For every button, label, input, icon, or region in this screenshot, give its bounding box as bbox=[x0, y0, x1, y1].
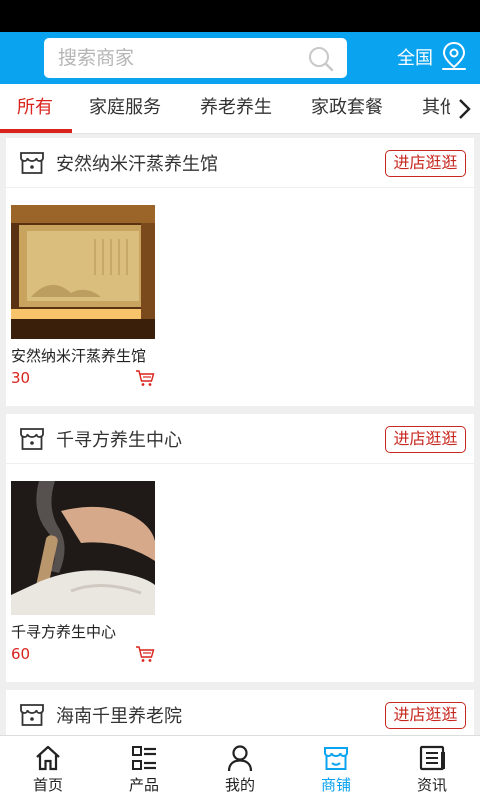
shop-card: 安然纳米汗蒸养生馆 进店逛逛 安然纳米汗蒸养生馆 30 bbox=[6, 138, 474, 406]
visit-shop-button[interactable]: 进店逛逛 bbox=[385, 426, 466, 453]
product-price: 60 bbox=[11, 645, 31, 663]
status-bar bbox=[0, 0, 480, 32]
shop-icon bbox=[324, 747, 348, 770]
active-tab-indicator bbox=[0, 129, 72, 133]
nav-products[interactable]: 产品 bbox=[96, 736, 192, 800]
visit-shop-button[interactable]: 进店逛逛 bbox=[385, 150, 466, 177]
bottom-navigation: 首页 产品 我的 商铺 资讯 bbox=[0, 735, 480, 800]
product-name[interactable]: 安然纳米汗蒸养生馆 bbox=[11, 345, 155, 366]
news-icon bbox=[419, 745, 445, 771]
tab-housekeeping-package[interactable]: 家政套餐 bbox=[311, 84, 383, 133]
home-icon bbox=[36, 745, 60, 771]
tab-scroll-button[interactable] bbox=[450, 84, 480, 133]
product-image[interactable] bbox=[11, 205, 155, 339]
storefront-icon bbox=[20, 428, 44, 450]
product-item[interactable]: 安然纳米汗蒸养生馆 30 bbox=[11, 205, 155, 387]
product-list-icon bbox=[132, 746, 156, 770]
nav-mine-label: 我的 bbox=[224, 776, 255, 794]
shop-card: 海南千里养老院 进店逛逛 bbox=[6, 690, 474, 735]
shop-card-header: 千寻方养生中心 进店逛逛 bbox=[6, 414, 474, 464]
product-price: 30 bbox=[11, 369, 31, 387]
nav-shops-label: 商铺 bbox=[320, 776, 351, 794]
search-icon[interactable] bbox=[307, 45, 335, 73]
nav-news[interactable]: 资讯 bbox=[384, 736, 480, 800]
nav-shops[interactable]: 商铺 bbox=[288, 736, 384, 800]
user-icon bbox=[227, 745, 253, 772]
chevron-right-icon bbox=[459, 99, 471, 119]
product-name[interactable]: 千寻方养生中心 bbox=[11, 621, 155, 642]
add-to-cart-icon[interactable] bbox=[135, 369, 155, 387]
shop-card-header: 海南千里养老院 进店逛逛 bbox=[6, 690, 474, 735]
tab-home-service[interactable]: 家庭服务 bbox=[89, 84, 161, 133]
nav-products-label: 产品 bbox=[128, 776, 159, 794]
nav-news-label: 资讯 bbox=[416, 776, 447, 794]
nav-mine[interactable]: 我的 bbox=[192, 736, 288, 800]
shop-name[interactable]: 千寻方养生中心 bbox=[56, 426, 182, 452]
product-image[interactable] bbox=[11, 481, 155, 615]
search-input[interactable] bbox=[58, 38, 298, 78]
visit-shop-button[interactable]: 进店逛逛 bbox=[385, 702, 466, 729]
category-tabs: 所有 家庭服务 养老养生 家政套餐 其他 bbox=[0, 84, 480, 134]
search-box[interactable] bbox=[44, 38, 347, 78]
shop-name[interactable]: 海南千里养老院 bbox=[56, 702, 182, 728]
add-to-cart-icon[interactable] bbox=[135, 645, 155, 663]
shop-card: 千寻方养生中心 进店逛逛 千寻方养生中心 60 bbox=[6, 414, 474, 682]
shop-card-header: 安然纳米汗蒸养生馆 进店逛逛 bbox=[6, 138, 474, 188]
shop-name[interactable]: 安然纳米汗蒸养生馆 bbox=[56, 150, 218, 176]
nav-home[interactable]: 首页 bbox=[0, 736, 96, 800]
location-pin-icon[interactable] bbox=[440, 40, 468, 72]
nav-home-label: 首页 bbox=[32, 776, 63, 794]
storefront-icon bbox=[20, 152, 44, 174]
tab-all[interactable]: 所有 bbox=[17, 84, 53, 133]
storefront-icon bbox=[20, 704, 44, 726]
top-header: 全国 bbox=[0, 32, 480, 84]
product-item[interactable]: 千寻方养生中心 60 bbox=[11, 481, 155, 663]
tab-elderly-care[interactable]: 养老养生 bbox=[200, 84, 272, 133]
region-label[interactable]: 全国 bbox=[397, 44, 433, 70]
